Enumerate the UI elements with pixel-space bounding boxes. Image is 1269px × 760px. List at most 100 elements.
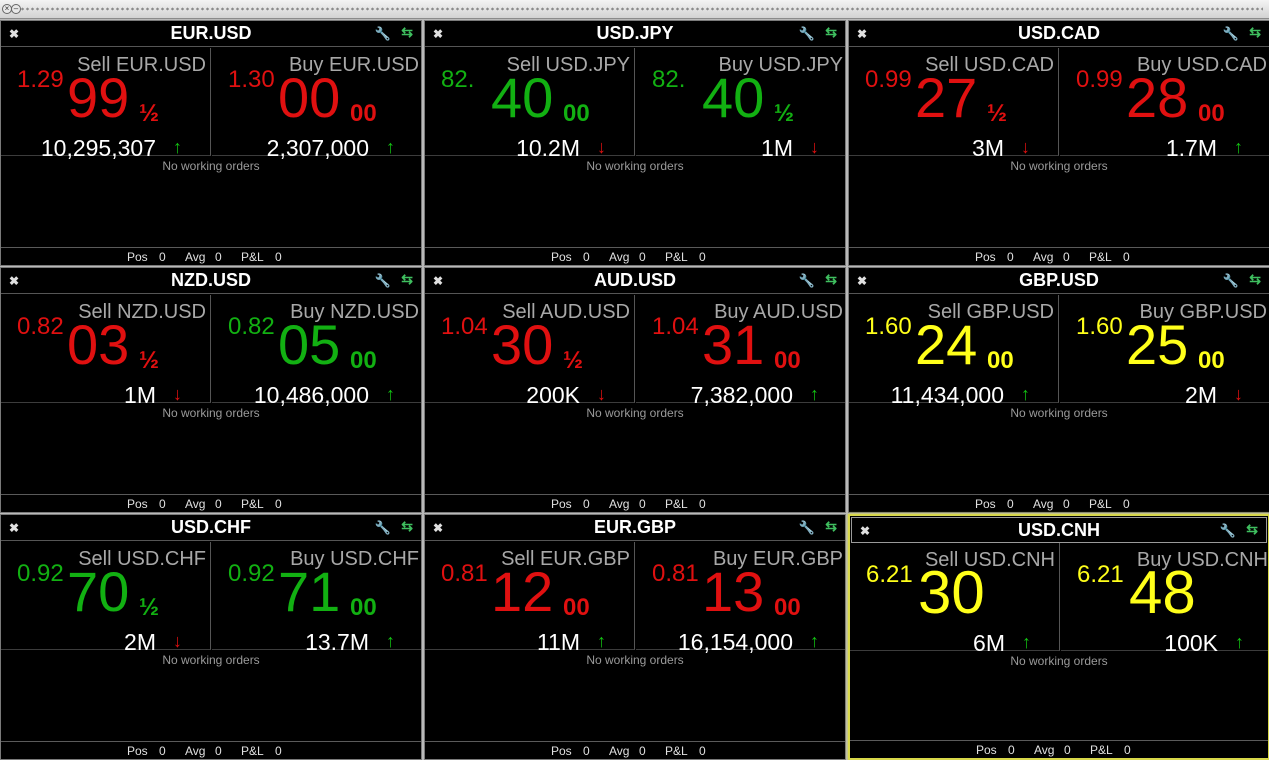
buy-quote[interactable]: Buy USD.CAD 0.99 28 00 1.7M ↑ <box>1060 48 1269 161</box>
sell-quote[interactable]: Sell USD.CAD 0.99 27 ½ 3M ↓ <box>849 48 1059 161</box>
quote-panel-gbp-usd[interactable]: ✖ GBP.USD 🔧 ⇆ Sell GBP.USD 1.60 24 00 11… <box>848 267 1269 513</box>
swap-arrows-icon[interactable]: ⇆ <box>825 24 837 41</box>
pnl-label: P&L <box>665 744 688 758</box>
buy-quote[interactable]: Buy AUD.USD 1.04 31 00 7,382,000 ↑ <box>636 295 845 408</box>
swap-arrows-icon[interactable]: ⇆ <box>1249 24 1261 41</box>
panel-header: ✖ NZD.USD 🔧 ⇆ <box>1 268 421 294</box>
sell-pips[interactable]: 03 <box>67 315 129 375</box>
sell-quote[interactable]: Sell AUD.USD 1.04 30 ½ 200K ↓ <box>425 295 635 408</box>
quote-panel-aud-usd[interactable]: ✖ AUD.USD 🔧 ⇆ Sell AUD.USD 1.04 30 ½ 200… <box>424 267 846 513</box>
wrench-icon[interactable]: 🔧 <box>799 273 815 289</box>
working-orders-status: No working orders <box>162 406 260 420</box>
quote-panel-usd-cad[interactable]: ✖ USD.CAD 🔧 ⇆ Sell USD.CAD 0.99 27 ½ 3M … <box>848 20 1269 266</box>
buy-quote[interactable]: Buy USD.CHF 0.92 71 00 13.7M ↑ <box>212 542 421 655</box>
panel-header: ✖ EUR.USD 🔧 ⇆ <box>1 21 421 47</box>
swap-arrows-icon[interactable]: ⇆ <box>401 271 413 288</box>
buy-pips[interactable]: 28 <box>1126 68 1188 128</box>
wrench-icon[interactable]: 🔧 <box>1223 273 1239 289</box>
buy-quote[interactable]: Buy EUR.USD 1.30 00 00 2,307,000 ↑ <box>212 48 421 161</box>
buy-quote[interactable]: Buy USD.CNH 6.21 48 100K ↑ <box>1061 543 1268 656</box>
wrench-icon[interactable]: 🔧 <box>375 26 391 42</box>
sell-size: 2M <box>124 629 156 655</box>
wrench-icon[interactable]: 🔧 <box>1220 523 1236 539</box>
buy-pips[interactable]: 05 <box>278 315 340 375</box>
buy-pips[interactable]: 71 <box>278 562 340 622</box>
pos-value: 0 <box>159 497 166 511</box>
sell-quote[interactable]: Sell USD.JPY 82. 40 00 10.2M ↓ <box>425 48 635 161</box>
buy-quote[interactable]: Buy EUR.GBP 0.81 13 00 16,154,000 ↑ <box>636 542 845 655</box>
pnl-label: P&L <box>241 497 264 511</box>
buy-size: 2M <box>1185 382 1217 408</box>
sell-quote[interactable]: Sell EUR.USD 1.29 99 ½ 10,295,307 ↑ <box>1 48 211 161</box>
sell-quote[interactable]: Sell NZD.USD 0.82 03 ½ 1M ↓ <box>1 295 211 408</box>
sell-size: 10.2M <box>516 135 580 161</box>
buy-pips[interactable]: 40 <box>702 68 764 128</box>
swap-arrows-icon[interactable]: ⇆ <box>1246 521 1258 538</box>
pos-label: Pos <box>127 497 148 511</box>
sell-quote[interactable]: Sell USD.CHF 0.92 70 ½ 2M ↓ <box>1 542 211 655</box>
pnl-label: P&L <box>1090 743 1113 757</box>
arrow-down-icon: ↓ <box>173 631 182 651</box>
swap-arrows-icon[interactable]: ⇆ <box>1249 271 1261 288</box>
sell-pips[interactable]: 24 <box>915 315 977 375</box>
pos-value: 0 <box>1007 250 1014 264</box>
swap-arrows-icon[interactable]: ⇆ <box>825 518 837 535</box>
pos-label: Pos <box>976 743 997 757</box>
sell-quote[interactable]: Sell USD.CNH 6.21 30 6M ↑ <box>850 543 1060 656</box>
pnl-value: 0 <box>1124 743 1131 757</box>
arrow-up-icon: ↑ <box>597 631 606 651</box>
pnl-label: P&L <box>1089 497 1112 511</box>
sell-pips[interactable]: 27 <box>915 68 977 128</box>
buy-pips[interactable]: 13 <box>702 562 764 622</box>
buy-quote[interactable]: Buy USD.JPY 82. 40 ½ 1M ↓ <box>636 48 845 161</box>
position-footer: Pos 0 Avg 0 P&L 0 <box>1 741 421 759</box>
sell-pips[interactable]: 70 <box>67 562 129 622</box>
sell-pips[interactable]: 99 <box>67 68 129 128</box>
pos-value: 0 <box>159 250 166 264</box>
buy-quote[interactable]: Buy GBP.USD 1.60 25 00 2M ↓ <box>1060 295 1269 408</box>
buy-pips[interactable]: 25 <box>1126 315 1188 375</box>
quote-panel-usd-jpy[interactable]: ✖ USD.JPY 🔧 ⇆ Sell USD.JPY 82. 40 00 10.… <box>424 20 846 266</box>
position-footer: Pos 0 Avg 0 P&L 0 <box>1 494 421 512</box>
quote-panel-eur-usd[interactable]: ✖ EUR.USD 🔧 ⇆ Sell EUR.USD 1.29 99 ½ 10,… <box>0 20 422 266</box>
sell-fraction: ½ <box>139 594 160 621</box>
arrow-up-icon: ↑ <box>386 384 395 404</box>
sell-quote[interactable]: Sell GBP.USD 1.60 24 00 11,434,000 ↑ <box>849 295 1059 408</box>
buy-size: 1M <box>761 135 793 161</box>
sell-pips[interactable]: 30 <box>918 563 985 623</box>
working-orders-status: No working orders <box>586 159 684 173</box>
buy-quote[interactable]: Buy NZD.USD 0.82 05 00 10,486,000 ↑ <box>212 295 421 408</box>
pnl-value: 0 <box>699 250 706 264</box>
panel-title: USD.CNH <box>1017 520 1100 540</box>
buy-pips[interactable]: 00 <box>278 68 340 128</box>
buy-big-figure: 6.21 <box>1077 561 1124 588</box>
arrow-up-icon: ↑ <box>1021 384 1030 404</box>
wrench-icon[interactable]: 🔧 <box>375 273 391 289</box>
quote-panel-usd-chf[interactable]: ✖ USD.CHF 🔧 ⇆ Sell USD.CHF 0.92 70 ½ 2M … <box>0 514 422 760</box>
wrench-icon[interactable]: 🔧 <box>799 520 815 536</box>
sell-pips[interactable]: 30 <box>491 315 553 375</box>
swap-arrows-icon[interactable]: ⇆ <box>825 271 837 288</box>
wrench-icon[interactable]: 🔧 <box>1223 26 1239 42</box>
wrench-icon[interactable]: 🔧 <box>375 520 391 536</box>
avg-label: Avg <box>1034 743 1055 757</box>
sell-pips[interactable]: 40 <box>491 68 553 128</box>
working-orders-status: No working orders <box>1010 159 1108 173</box>
buy-fraction: 00 <box>350 100 377 127</box>
quote-panel-eur-gbp[interactable]: ✖ EUR.GBP 🔧 ⇆ Sell EUR.GBP 0.81 12 00 11… <box>424 514 846 760</box>
quote-panel-nzd-usd[interactable]: ✖ NZD.USD 🔧 ⇆ Sell NZD.USD 0.82 03 ½ 1M … <box>0 267 422 513</box>
swap-arrows-icon[interactable]: ⇆ <box>401 24 413 41</box>
buy-pips[interactable]: 48 <box>1129 563 1196 623</box>
buy-big-figure: 0.81 <box>652 560 699 587</box>
pnl-label: P&L <box>1089 250 1112 264</box>
sell-quote[interactable]: Sell EUR.GBP 0.81 12 00 11M ↑ <box>425 542 635 655</box>
buy-pips[interactable]: 31 <box>702 315 764 375</box>
sell-pips[interactable]: 12 <box>491 562 553 622</box>
pos-value: 0 <box>1008 743 1015 757</box>
drag-handle[interactable] <box>20 5 1263 13</box>
swap-arrows-icon[interactable]: ⇆ <box>401 518 413 535</box>
buy-big-figure: 1.60 <box>1076 313 1123 340</box>
arrow-down-icon: ↓ <box>810 137 819 157</box>
wrench-icon[interactable]: 🔧 <box>799 26 815 42</box>
quote-panel-usd-cnh[interactable]: ✖ USD.CNH 🔧 ⇆ Sell USD.CNH 6.21 30 6M ↑ … <box>848 514 1269 760</box>
